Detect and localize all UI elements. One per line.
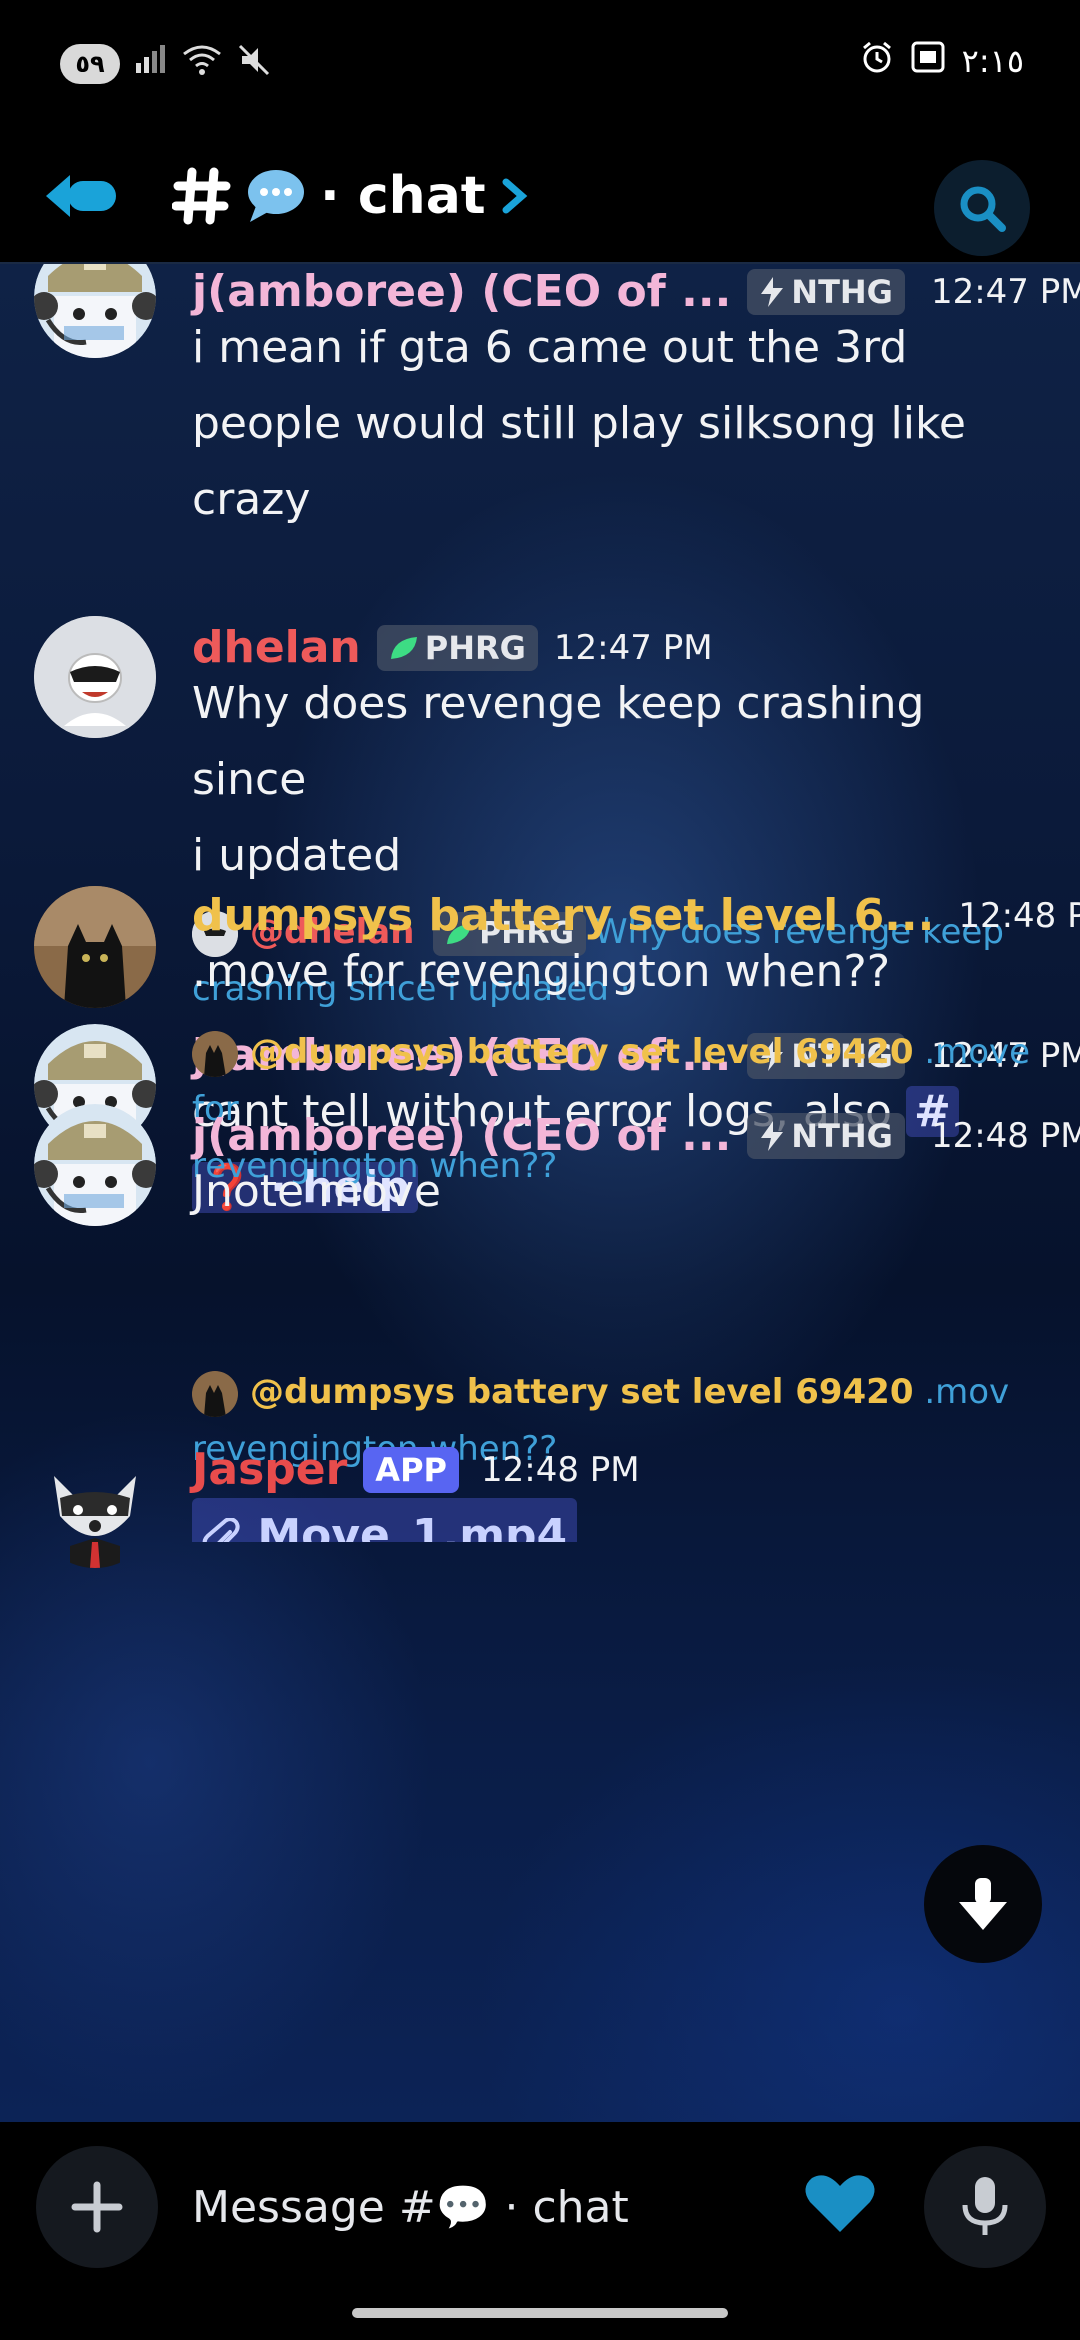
message-composer: Message #💬 · chat [0,2122,1080,2340]
message-header: Jasper APP 12:48 PM [192,1444,640,1495]
avatar[interactable] [34,1104,156,1226]
screenshot-icon [910,40,946,82]
status-bar: ٥٩ ٢:١٥ [0,0,1080,130]
timestamp: 12:48 PM [958,895,1080,936]
attach-button[interactable] [36,2146,158,2268]
message-line: Why does revenge keep crashing since [192,678,925,805]
search-button[interactable] [934,160,1030,256]
chevron-right-icon [502,178,527,214]
server-tag[interactable]: PHRG [376,624,538,671]
tag-label: NTHG [791,272,893,311]
message-text: Why does revenge keep crashing since i u… [192,666,1052,894]
paperclip-icon [202,1517,240,1542]
server-tag[interactable]: NTHG [747,268,905,315]
lightning-icon [761,276,784,307]
attachment-name: Move_1.mp4 [257,1510,568,1542]
timestamp: 12:48 PM [480,1449,640,1490]
leaf-icon [390,636,417,659]
back-arrow-icon [46,175,116,217]
wifi-icon [182,44,222,84]
battery-indicator: ٥٩ [60,44,120,84]
channel-title-area[interactable]: · chat [172,160,530,232]
app-badge: APP [363,1446,459,1493]
timestamp: 12:47 PM [553,627,713,668]
microphone-icon [962,2177,1008,2235]
timestamp: 12:48 PM [930,1115,1080,1156]
reply-avatar [192,1030,238,1077]
tag-label: PHRG [424,628,526,667]
tag-label: NTHG [791,1116,893,1155]
reply-author: @dumpsys battery set level 69420 [250,1372,914,1412]
arrow-down-icon [959,1878,1007,1930]
server-tag[interactable]: NTHG [747,1112,905,1159]
home-indicator [352,2308,728,2318]
reply-avatar [192,1370,238,1417]
channel-name: · chat [320,166,486,226]
heart-icon [805,2175,875,2232]
lightning-icon [761,1120,784,1151]
avatar[interactable] [34,1446,156,1568]
speech-bubble-icon [248,170,304,222]
signal-icon [134,45,168,83]
message-line: i mean if gta 6 came out the 3rd [192,322,908,373]
message-line: people would still play silksong like [192,398,966,449]
super-reaction-button[interactable] [800,2162,880,2242]
voice-message-button[interactable] [924,2146,1046,2268]
message-list[interactable]: j(amboree) (CEO of ... NTHG 12:47 PM i m… [0,264,1080,2120]
attachment[interactable]: Move_1.mp4 [192,1498,1052,1542]
message-line: crazy [192,474,311,525]
message-text: i mean if gta 6 came out the 3rd people … [192,310,1052,538]
avatar[interactable] [34,616,156,738]
timestamp: 12:47 PM [930,271,1080,312]
reply-text: .mov [924,1372,1010,1412]
message-line: Jnote move [192,1166,441,1217]
message-line: .move for revengington when?? [192,946,891,997]
jump-to-present-button[interactable] [924,1845,1042,1963]
plus-icon [71,2181,123,2233]
message-line: i updated [192,830,402,881]
avatar[interactable] [34,886,156,1008]
username[interactable]: Jasper [192,1444,347,1495]
channel-hash-icon [172,167,231,225]
search-icon [960,186,1006,232]
message-text: .move for revengington when?? [192,934,1052,1010]
back-button[interactable] [44,158,124,234]
message-input[interactable]: Message #💬 · chat [192,2152,752,2262]
avatar[interactable] [34,264,156,358]
channel-header: · chat [0,130,1080,264]
clock-text: ٢:١٥ [961,42,1024,80]
reply-author: @dumpsys battery set level 69420 [250,1032,914,1072]
alarm-icon [860,40,894,82]
message-text: Jnote move [192,1154,1052,1230]
mute-icon [236,42,272,86]
